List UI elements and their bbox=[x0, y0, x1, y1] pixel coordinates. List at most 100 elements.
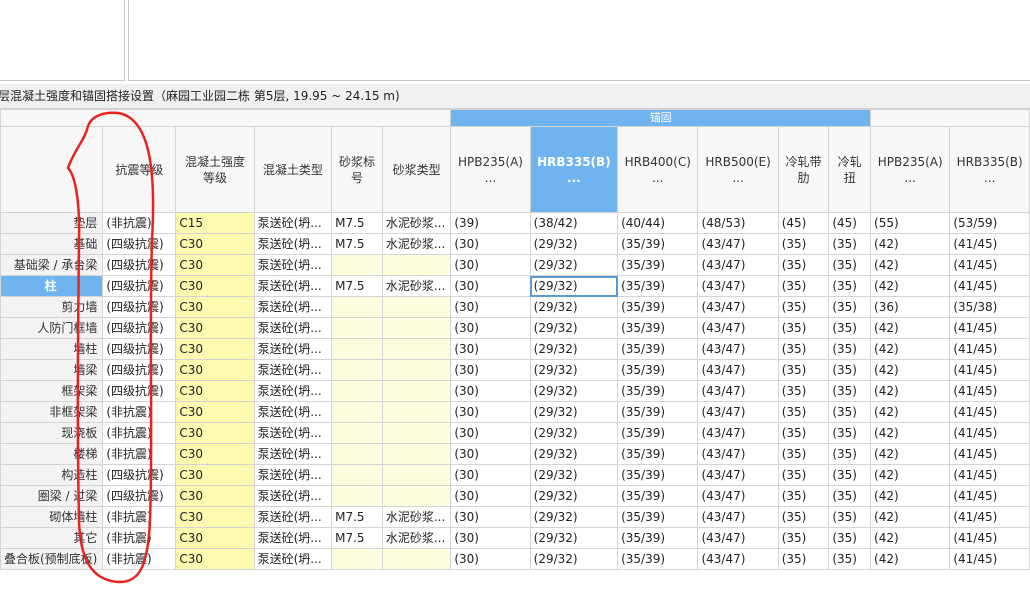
cell-type[interactable]: 泵送砼(坍... bbox=[253, 233, 333, 255]
cell-a3[interactable]: (35/39) bbox=[617, 443, 699, 465]
cell-a5[interactable]: (35) bbox=[777, 233, 830, 255]
cell-a4[interactable]: (43/47) bbox=[697, 485, 779, 507]
cell-a6[interactable]: (35) bbox=[828, 359, 872, 381]
cell-a7[interactable]: (42) bbox=[870, 359, 951, 381]
table-row[interactable]: 基础梁 / 承台梁 (四级抗震) C30 泵送砼(坍... (30) (29/32) (35… bbox=[0, 254, 1030, 276]
cell-a2[interactable]: (29/32) bbox=[529, 317, 619, 339]
cell-seismic[interactable]: (非抗震) bbox=[102, 506, 177, 528]
cell-a7[interactable]: (42) bbox=[870, 401, 951, 423]
cell-a8[interactable]: (41/45) bbox=[949, 506, 1030, 528]
cell-a1[interactable]: (30) bbox=[450, 254, 531, 276]
cell-grade[interactable]: C30 bbox=[175, 233, 255, 255]
cell-a3[interactable]: (35/39) bbox=[617, 506, 699, 528]
cell-a2[interactable]: (29/32) bbox=[529, 485, 619, 507]
cell-mortar-grade[interactable] bbox=[331, 443, 383, 465]
table-row[interactable]: 基础 (四级抗震) C30 泵送砼(坍... M7.5 水泥砂浆... (30) (29/32… bbox=[0, 233, 1030, 255]
col-header-cold-twisted[interactable]: 冷轧扭 bbox=[828, 126, 872, 213]
cell-a1[interactable]: (30) bbox=[450, 443, 531, 465]
cell-grade[interactable]: C30 bbox=[175, 317, 255, 339]
col-header-hrb335-2[interactable]: HRB335(B)... bbox=[949, 126, 1030, 213]
cell-a2[interactable]: (29/32) bbox=[529, 422, 619, 444]
cell-a6[interactable]: (35) bbox=[828, 317, 872, 339]
table-row[interactable]: 人防门框墙 (四级抗震) C30 泵送砼(坍... (30) (29/32) (35/39)… bbox=[0, 317, 1030, 339]
cell-type[interactable]: 泵送砼(坍... bbox=[253, 212, 333, 234]
row-header[interactable]: 楼梯 bbox=[0, 443, 104, 465]
cell-grade[interactable]: C30 bbox=[175, 338, 255, 360]
cell-a5[interactable]: (35) bbox=[777, 401, 830, 423]
cell-a1[interactable]: (30) bbox=[450, 464, 531, 486]
cell-a4[interactable]: (43/47) bbox=[697, 254, 779, 276]
cell-a8[interactable]: (41/45) bbox=[949, 317, 1030, 339]
cell-a6[interactable]: (35) bbox=[828, 338, 872, 360]
cell-grade[interactable]: C30 bbox=[175, 296, 255, 318]
cell-a2[interactable]: (29/32) bbox=[529, 233, 619, 255]
cell-mortar-type[interactable] bbox=[381, 380, 452, 402]
cell-a5[interactable]: (35) bbox=[777, 527, 830, 549]
cell-a7[interactable]: (42) bbox=[870, 275, 951, 297]
cell-a2[interactable]: (29/32) bbox=[529, 254, 619, 276]
cell-mortar-type[interactable] bbox=[381, 401, 452, 423]
row-header[interactable]: 叠合板(预制底板) bbox=[0, 548, 104, 570]
cell-a4[interactable]: (43/47) bbox=[697, 548, 779, 570]
cell-a1[interactable]: (30) bbox=[450, 233, 531, 255]
floor-list-panel[interactable] bbox=[128, 0, 1030, 81]
cell-grade[interactable]: C30 bbox=[175, 359, 255, 381]
cell-type[interactable]: 泵送砼(坍... bbox=[253, 254, 333, 276]
cell-a6[interactable]: (35) bbox=[828, 233, 872, 255]
cell-a4[interactable]: (43/47) bbox=[697, 506, 779, 528]
cell-mortar-type[interactable] bbox=[381, 254, 452, 276]
cell-grade[interactable]: C30 bbox=[175, 443, 255, 465]
cell-a4[interactable]: (43/47) bbox=[697, 401, 779, 423]
cell-a6[interactable]: (35) bbox=[828, 464, 872, 486]
row-header[interactable]: 其它 bbox=[0, 527, 104, 549]
cell-a6[interactable]: (35) bbox=[828, 527, 872, 549]
col-header-hrb400[interactable]: HRB400(C)... bbox=[617, 126, 699, 213]
cell-a1[interactable]: (30) bbox=[450, 548, 531, 570]
cell-a7[interactable]: (55) bbox=[870, 212, 951, 234]
cell-seismic[interactable]: (四级抗震) bbox=[102, 296, 177, 318]
cell-a5[interactable]: (35) bbox=[777, 485, 830, 507]
cell-a2[interactable]: (29/32) bbox=[529, 359, 619, 381]
col-header-seismic[interactable]: 抗震等级 bbox=[102, 126, 177, 213]
cell-a5[interactable]: (45) bbox=[777, 212, 830, 234]
cell-a1[interactable]: (30) bbox=[450, 338, 531, 360]
cell-mortar-grade[interactable]: M7.5 bbox=[331, 275, 383, 297]
cell-a8[interactable]: (41/45) bbox=[949, 275, 1030, 297]
row-header[interactable]: 墙梁 bbox=[0, 359, 104, 381]
cell-seismic[interactable]: (四级抗震) bbox=[102, 275, 177, 297]
cell-a6[interactable]: (45) bbox=[828, 212, 872, 234]
cell-a7[interactable]: (42) bbox=[870, 548, 951, 570]
cell-a2[interactable]: (29/32) bbox=[529, 527, 619, 549]
col-header-concrete-grade[interactable]: 混凝土强度等级 bbox=[175, 126, 255, 213]
cell-mortar-grade[interactable] bbox=[331, 254, 383, 276]
cell-a7[interactable]: (42) bbox=[870, 338, 951, 360]
cell-a3[interactable]: (35/39) bbox=[617, 338, 699, 360]
cell-mortar-type[interactable] bbox=[381, 443, 452, 465]
row-header[interactable]: 框架梁 bbox=[0, 380, 104, 402]
cell-grade[interactable]: C30 bbox=[175, 485, 255, 507]
cell-a3[interactable]: (35/39) bbox=[617, 464, 699, 486]
cell-a8[interactable]: (35/38) bbox=[949, 296, 1030, 318]
cell-a8[interactable]: (41/45) bbox=[949, 422, 1030, 444]
cell-a6[interactable]: (35) bbox=[828, 275, 872, 297]
cell-a8[interactable]: (41/45) bbox=[949, 548, 1030, 570]
cell-a3[interactable]: (35/39) bbox=[617, 275, 699, 297]
table-row[interactable]: 砌体墙柱 (非抗震) C30 泵送砼(坍... M7.5 水泥砂浆... (30) (29/3… bbox=[0, 506, 1030, 528]
row-header[interactable]: 圈梁 / 过梁 bbox=[0, 485, 104, 507]
cell-a5[interactable]: (35) bbox=[777, 296, 830, 318]
cell-mortar-grade[interactable]: M7.5 bbox=[331, 233, 383, 255]
cell-mortar-type[interactable] bbox=[381, 464, 452, 486]
cell-a2[interactable]: (29/32) bbox=[529, 548, 619, 570]
cell-mortar-grade[interactable] bbox=[331, 317, 383, 339]
cell-a8[interactable]: (41/45) bbox=[949, 359, 1030, 381]
cell-a7[interactable]: (36) bbox=[870, 296, 951, 318]
cell-seismic[interactable]: (非抗震) bbox=[102, 548, 177, 570]
row-header[interactable]: 基础 bbox=[0, 233, 104, 255]
cell-a6[interactable]: (35) bbox=[828, 380, 872, 402]
cell-seismic[interactable]: (非抗震) bbox=[102, 527, 177, 549]
cell-a1[interactable]: (30) bbox=[450, 506, 531, 528]
cell-seismic[interactable]: (四级抗震) bbox=[102, 464, 177, 486]
cell-mortar-grade[interactable] bbox=[331, 359, 383, 381]
cell-grade[interactable]: C30 bbox=[175, 401, 255, 423]
cell-a5[interactable]: (35) bbox=[777, 548, 830, 570]
